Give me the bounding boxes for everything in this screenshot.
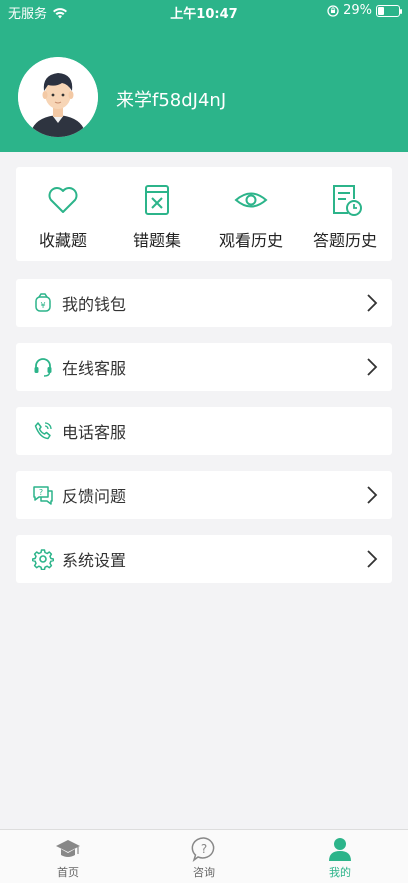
svg-text:?: ? xyxy=(39,488,43,497)
question-bubble-icon: ? xyxy=(191,837,215,862)
menu-item-phone-service[interactable]: 电话客服 xyxy=(16,407,392,455)
avatar[interactable] xyxy=(18,57,98,137)
quick-action-label: 观看历史 xyxy=(218,231,283,250)
quick-action-label: 收藏题 xyxy=(38,231,87,250)
wallet-icon: ¥ xyxy=(35,293,51,312)
menu-label: 电话客服 xyxy=(62,423,127,442)
person-icon xyxy=(329,838,351,861)
wrong-book-icon xyxy=(145,185,169,215)
gear-icon xyxy=(32,549,54,570)
profile-header: 无服务 上午10:47 29% 来学f58dJ4nJ xyxy=(0,0,408,152)
menu-item-feedback[interactable]: ? 反馈问题 xyxy=(16,471,392,519)
chevron-right-icon xyxy=(367,550,378,568)
headset-icon xyxy=(34,358,52,377)
menu-item-online-service[interactable]: 在线客服 xyxy=(16,343,392,391)
chevron-right-icon xyxy=(367,486,378,504)
avatar-illustration xyxy=(18,57,98,137)
tab-consult[interactable]: ? 咨询 xyxy=(136,830,272,883)
chevron-right-icon xyxy=(367,294,378,312)
battery-percent: 29% xyxy=(343,3,372,18)
battery-icon xyxy=(376,4,402,17)
eye-icon xyxy=(234,192,268,208)
tab-home[interactable]: 首页 xyxy=(0,830,136,883)
status-bar: 无服务 上午10:47 29% xyxy=(0,0,408,24)
svg-text:¥: ¥ xyxy=(40,301,45,310)
feedback-icon: ? xyxy=(33,486,53,505)
phone-icon xyxy=(34,422,52,440)
status-right: 29% xyxy=(327,3,402,18)
tab-label: 首页 xyxy=(57,866,79,879)
heart-icon xyxy=(48,187,78,213)
graduation-cap-icon xyxy=(56,840,80,857)
charging-bolt-icon xyxy=(385,5,391,16)
tab-label: 咨询 xyxy=(193,866,215,879)
quick-action-label: 错题集 xyxy=(132,231,181,250)
quick-action-watch-history[interactable]: 观看历史 xyxy=(204,167,298,261)
tab-bar: 首页 ? 咨询 我的 xyxy=(0,829,408,883)
username[interactable]: 来学f58dJ4nJ xyxy=(116,86,226,112)
menu-item-wallet[interactable]: ¥ 我的钱包 xyxy=(16,279,392,327)
tab-mine[interactable]: 我的 xyxy=(272,830,408,883)
quick-action-answer-history[interactable]: 答题历史 xyxy=(298,167,392,261)
quick-action-favorites[interactable]: 收藏题 xyxy=(16,167,110,261)
svg-text:?: ? xyxy=(201,842,207,856)
menu-item-settings[interactable]: 系统设置 xyxy=(16,535,392,583)
quick-actions-card: 收藏题 错题集 观看历史 答题历史 xyxy=(16,167,392,261)
menu-label: 系统设置 xyxy=(62,551,127,570)
answer-history-icon xyxy=(333,185,362,216)
orientation-lock-icon xyxy=(327,4,339,17)
tab-label: 我的 xyxy=(329,866,351,879)
menu-label: 反馈问题 xyxy=(62,487,127,506)
menu-label: 在线客服 xyxy=(62,359,127,378)
quick-action-wrong-questions[interactable]: 错题集 xyxy=(110,167,204,261)
quick-action-label: 答题历史 xyxy=(312,231,377,250)
chevron-right-icon xyxy=(367,358,378,376)
menu-label: 我的钱包 xyxy=(62,295,127,314)
